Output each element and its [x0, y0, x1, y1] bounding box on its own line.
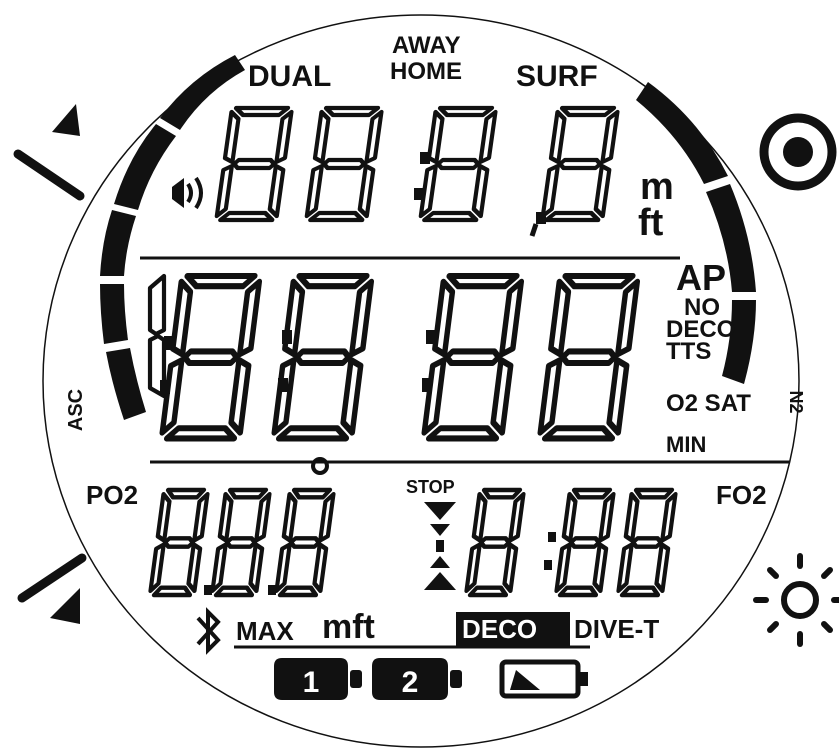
- unit-m-label: m: [640, 166, 674, 208]
- deco-badge-label: DECO: [462, 614, 538, 644]
- depth-digits: [216, 108, 618, 237]
- tank-2-label: 2: [402, 666, 419, 699]
- away-label: AWAY: [392, 32, 461, 59]
- stop-label: STOP: [406, 477, 455, 497]
- min-label: MIN: [666, 432, 707, 457]
- battery-icon: [499, 659, 588, 699]
- bottom-digits: [150, 490, 676, 595]
- o2sat-label: O2 SAT: [666, 390, 751, 417]
- max-label: MAX: [236, 616, 294, 646]
- ap-label: AP: [676, 257, 727, 298]
- sound-wave-icon: [172, 176, 203, 210]
- surf-label: SURF: [516, 60, 598, 93]
- time-digits: [147, 276, 638, 438]
- hourglass-arrows-icon: [424, 502, 456, 590]
- dual-label: DUAL: [248, 60, 332, 93]
- triangle-up-icon[interactable]: [13, 104, 85, 201]
- po2-label: PO2: [86, 480, 139, 510]
- unit-ft-label: ft: [638, 202, 664, 244]
- target-button-icon[interactable]: [759, 113, 837, 191]
- triangle-down-icon[interactable]: [17, 553, 87, 624]
- dive-t-label: DIVE-T: [574, 614, 660, 644]
- asc-label: ASC: [65, 389, 87, 431]
- mft-label: mft: [322, 608, 375, 646]
- fo2-label: FO2: [716, 480, 767, 510]
- home-label: HOME: [390, 58, 462, 85]
- bluetooth-icon: [196, 607, 221, 655]
- sun-icon[interactable]: [753, 553, 839, 647]
- tank-1-label: 1: [303, 666, 320, 699]
- tts-label: TTS: [666, 338, 712, 365]
- dive-computer-lcd: ASC N2 1 2: [13, 14, 839, 748]
- n2-label: N2: [786, 390, 806, 413]
